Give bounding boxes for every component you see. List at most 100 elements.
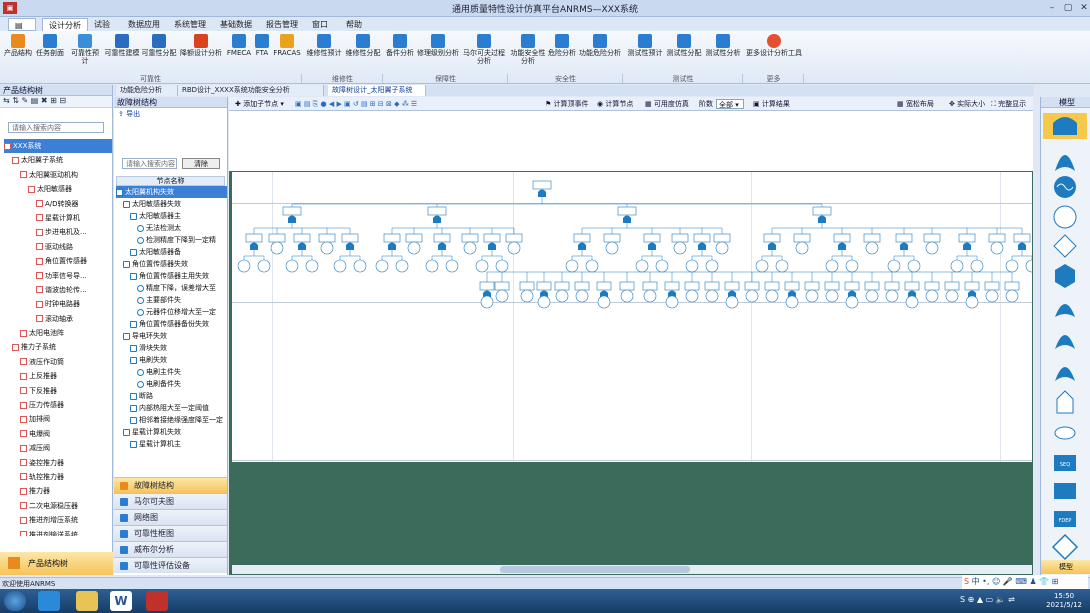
product-tree-item[interactable]: 太阳敏感器 — [4, 182, 112, 196]
tab-fta[interactable]: 故障树设计_太阳翼子系统FTA — [328, 85, 426, 105]
product-tree-item[interactable]: 滚动轴承 — [4, 312, 112, 326]
product-tree-item[interactable]: A/D转换器 — [4, 197, 112, 211]
ribbon-product-structure[interactable]: 产品结构 — [2, 33, 34, 73]
ribbon-reliability-model[interactable]: 可靠性建模 — [104, 33, 140, 73]
fault-tree-item[interactable]: 导电环失效 — [116, 330, 227, 342]
ribbon-maint-alloc[interactable]: 维修性分配 — [344, 33, 382, 73]
ribbon-markov[interactable]: 马尔可夫过程分析 — [461, 33, 507, 73]
ribbon-maint-predict[interactable]: 维修性预计 — [305, 33, 343, 73]
product-tree-toolbar[interactable]: ⇆ ⇅ ✎ ▤ ✖ ⊞ ⊟ — [0, 96, 112, 108]
start-button-icon[interactable] — [4, 591, 26, 611]
product-tree-item[interactable]: 步进电机及... — [4, 225, 112, 239]
product-tree-item[interactable]: 角位置传感器 — [4, 254, 112, 268]
fault-tree-item[interactable]: 滑块失效 — [116, 342, 227, 354]
ribbon-fmeca[interactable]: FMECA — [226, 33, 252, 73]
fault-tree-item[interactable]: 电刷主件失 — [116, 366, 227, 378]
product-tree-item[interactable]: 减压阀 — [4, 441, 112, 455]
fault-tree-item[interactable]: 星载计算机失效 — [116, 426, 227, 438]
product-tree-item[interactable]: 谐波齿轮传... — [4, 283, 112, 297]
fault-tree-item[interactable]: 电刷备件失 — [116, 378, 227, 390]
fault-search-input[interactable]: 请输入搜索内容 — [122, 158, 177, 169]
actual-size-button[interactable]: ✥ 实际大小 — [949, 99, 985, 109]
ribbon-func-safety[interactable]: 功能安全性分析 — [510, 33, 546, 73]
availability-sim-button[interactable]: ▦ 可用度仿真 — [645, 99, 689, 109]
menu-help[interactable]: 帮助 — [340, 18, 368, 31]
ribbon-test-analysis[interactable]: 测试性分析 — [704, 33, 742, 73]
loose-layout-button[interactable]: ▦ 宽松布局 — [897, 99, 934, 109]
tab-func-hazard[interactable]: 功能危险分析 — [116, 85, 178, 96]
product-tree-item[interactable]: 上反推器 — [4, 369, 112, 383]
nav-network[interactable]: 网络图 — [114, 509, 227, 525]
horizontal-scrollbar[interactable] — [232, 565, 1032, 574]
ribbon-func-hazard[interactable]: 功能危险分析 — [578, 33, 622, 73]
minimize-button[interactable]: – — [1044, 1, 1060, 15]
fault-tree-item[interactable]: 主要部件失 — [116, 294, 227, 306]
product-tree-item[interactable]: 轨控推力器 — [4, 470, 112, 484]
menu-base-data[interactable]: 基础数据 — [214, 18, 258, 31]
ribbon-more-tools[interactable]: 更多设计分析工具 — [745, 33, 803, 73]
word-icon[interactable]: W — [110, 591, 132, 611]
product-tree-item[interactable]: 推进剂增压系统 — [4, 513, 112, 527]
ribbon-test-predict[interactable]: 测试性预计 — [626, 33, 664, 73]
menu-report-mgmt[interactable]: 报告管理 — [260, 18, 304, 31]
product-tree-item[interactable]: 时钟电路器 — [4, 297, 112, 311]
ribbon-fracas[interactable]: FRACAS — [273, 33, 301, 73]
calc-result-button[interactable]: ▣ 计算结果 — [753, 99, 790, 109]
ribbon-reliability-alloc[interactable]: 可靠性分配 — [141, 33, 177, 73]
ime-toolbar[interactable]: S 中 •, ☺ 🎤 ⌨ ♟ 👕 ⊞ — [962, 575, 1088, 589]
fault-tree-item[interactable]: 星载计算机主 — [116, 438, 227, 450]
clear-button[interactable]: 清除 — [182, 158, 220, 169]
product-tree-item[interactable]: 推力子系统 — [4, 340, 112, 354]
product-tree-item[interactable]: 二次电源稳压器 — [4, 499, 112, 513]
product-tree-item[interactable]: 加排阀 — [4, 412, 112, 426]
fault-tree-item[interactable]: 电刷失效 — [116, 354, 227, 366]
close-button[interactable]: ✕ — [1076, 1, 1090, 15]
product-tree-item[interactable]: XXX系统 — [4, 139, 112, 154]
fault-tree-item[interactable]: 检测精度下降到一定精 — [116, 234, 227, 246]
product-tree-item[interactable]: 太阳翼子系统 — [4, 153, 112, 167]
restore-button[interactable]: ▢ — [1060, 1, 1076, 15]
product-tree-item[interactable]: 太阳翼驱动机构 — [4, 168, 112, 182]
nav-weibull[interactable]: 威布尔分析 — [114, 541, 227, 557]
ribbon-reliability-predict[interactable]: 可靠性预计 — [68, 33, 102, 73]
fault-tree-item[interactable]: 太阳敏感器主 — [116, 210, 227, 222]
calc-node-button[interactable]: ◉ 计算节点 — [597, 99, 633, 109]
ribbon-test-alloc[interactable]: 测试性分配 — [665, 33, 703, 73]
product-tree-item[interactable]: 推力器 — [4, 484, 112, 498]
ribbon-mission-profile[interactable]: 任务剖面 — [35, 33, 65, 73]
nav-markov[interactable]: 马尔可夫图 — [114, 493, 227, 509]
ribbon-fta[interactable]: FTA — [253, 33, 271, 73]
nav-fault-tree[interactable]: 故障树结构 — [114, 477, 227, 493]
fault-tree-item[interactable]: 角位置传感器备份失效 — [116, 318, 227, 330]
full-view-button[interactable]: ⛶ 完整显示 — [991, 99, 1026, 109]
fault-tree-item[interactable]: 精度下降，误差增大至 — [116, 282, 227, 294]
fault-tree-item[interactable]: 断路 — [116, 390, 227, 402]
ribbon-repair-level[interactable]: 修理级别分析 — [416, 33, 460, 73]
product-tree-item[interactable]: 功率信号导... — [4, 269, 112, 283]
order-select[interactable]: 全部 ▾ — [716, 99, 744, 109]
product-tree-nav-button[interactable]: 产品结构树 — [0, 552, 113, 575]
nav-rel-eval[interactable]: 可靠性评估设备 — [114, 557, 227, 573]
edit-tools-icons[interactable]: ▣ ▤ ⎘ ● ◀ ▶ ▣ ↺ ▤ ⊞ ⊟ ⊠ ◆ ⁂ ☰ — [295, 99, 417, 109]
product-search-input[interactable]: 请输入搜索内容 — [8, 122, 104, 133]
ie-browser-icon[interactable] — [38, 591, 60, 611]
fault-tree-item[interactable]: 太阳敏感器备 — [116, 246, 227, 258]
nav-rbd[interactable]: 可靠性框图 — [114, 525, 227, 541]
product-tree-item[interactable]: 电爆阀 — [4, 427, 112, 441]
product-tree-item[interactable]: 下反推器 — [4, 384, 112, 398]
fault-tree-item[interactable]: 角位置传感器失效 — [116, 258, 227, 270]
ribbon-derating[interactable]: 降额设计分析 — [178, 33, 224, 73]
horizontal-scroll-thumb[interactable] — [500, 566, 690, 573]
shape-palette[interactable]: SEQ FDEP — [1041, 109, 1090, 564]
menu-window[interactable]: 窗口 — [306, 18, 334, 31]
calc-top-event-button[interactable]: ⚑ 计算顶事件 — [545, 99, 589, 109]
menu-design-analysis[interactable]: 设计分析 — [42, 18, 88, 31]
anrms-app-icon[interactable] — [146, 591, 168, 611]
tray-icons[interactable]: S ⊕ ▲ ▭ 🔈 ⇌ — [960, 595, 1015, 604]
fault-tree-item[interactable]: 无法检测太 — [116, 222, 227, 234]
product-tree-item[interactable]: 太阳电池阵 — [4, 326, 112, 340]
product-tree-item[interactable]: 压力传感器 — [4, 398, 112, 412]
fault-tree-item[interactable]: 相邻着接绝缘强度降至一定 — [116, 414, 227, 426]
menu-system-mgmt[interactable]: 系统管理 — [168, 18, 212, 31]
product-tree-item[interactable]: 姿控推力器 — [4, 456, 112, 470]
